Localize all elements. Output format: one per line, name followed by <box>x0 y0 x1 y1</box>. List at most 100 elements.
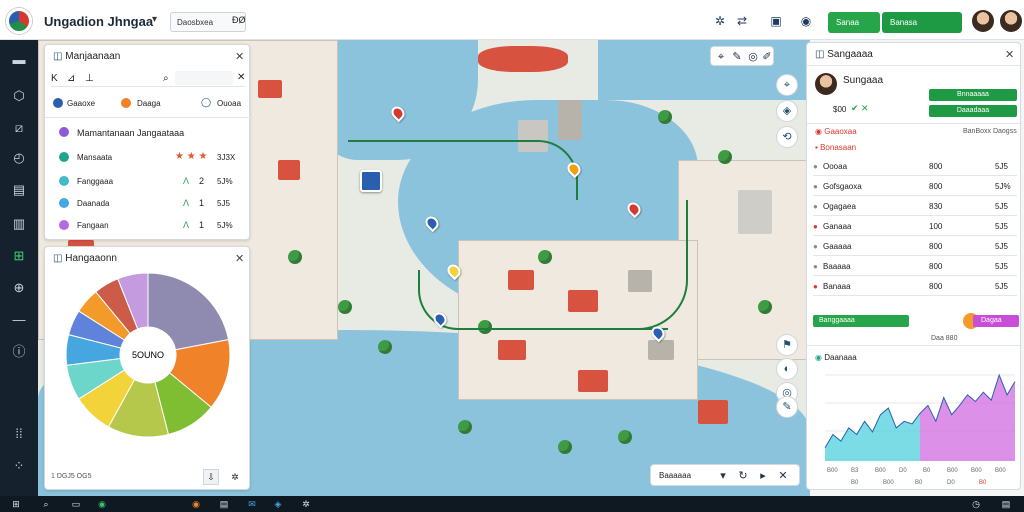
close-icon[interactable]: ✕ <box>775 468 791 484</box>
apps-icon[interactable]: ⁘ <box>9 456 29 476</box>
table-row[interactable]: ● Gaaaaa 800 5J5 <box>813 237 1017 256</box>
info-icon[interactable]: ⓘ <box>9 342 29 362</box>
avatar[interactable] <box>972 10 994 32</box>
help-icon[interactable]: ◉ <box>798 13 814 29</box>
left-nav: ▬ ⬡ ⧄ ◴ ▤ ▥ ⊞ ⊕ — ⓘ ⁞⁞ ⁘ <box>0 40 38 496</box>
refresh-icon[interactable]: ↻ <box>735 468 751 484</box>
profile-avatar[interactable] <box>815 73 837 95</box>
row-label: Ogagaea <box>823 202 856 211</box>
search-icon[interactable]: ⌕ <box>163 73 169 84</box>
calendar-icon[interactable]: ▤ <box>9 180 29 200</box>
panel-title: ◫ Sangaaaa <box>815 49 873 60</box>
route-line <box>348 140 578 200</box>
tag-meta: Daa 880 <box>931 335 958 342</box>
settings-icon[interactable]: ✲ <box>712 13 728 29</box>
route-icon[interactable]: ⟲ <box>776 126 798 148</box>
network-icon[interactable]: ⊞ <box>9 246 29 266</box>
camera-icon[interactable]: ◐ <box>776 358 798 380</box>
notification-icon[interactable]: ▤ <box>1000 498 1012 510</box>
tab-button-1[interactable]: Sanaa <box>828 12 880 33</box>
pin-tool-icon[interactable]: ⌖ <box>713 49 729 65</box>
stats-panel: ◫ Sangaaaa ✕ Sungaaa $00 ✔ ✕ Bnnaaaaa Da… <box>806 42 1022 490</box>
table-row[interactable]: ● Baaaaa 800 5J5 <box>813 257 1017 276</box>
table-row[interactable]: ● Ogagaea 830 5J5 <box>813 197 1017 216</box>
menu-icon[interactable]: ▬ <box>9 50 29 70</box>
app-icon[interactable]: ◉ <box>96 498 108 510</box>
pie-slice[interactable] <box>147 272 230 351</box>
back-icon[interactable]: K <box>51 73 58 84</box>
building <box>258 80 282 98</box>
search-bar: K ⊿ ⊥ ⌕ ✕ <box>51 71 245 87</box>
alert-icon[interactable]: ⚑ <box>776 334 798 356</box>
section-title-text: Bonasaan <box>820 143 857 152</box>
share-icon[interactable]: ⇄ <box>734 13 750 29</box>
search-input[interactable] <box>175 71 233 85</box>
list-heading: Mamantanaan Jangaataaa <box>45 123 249 143</box>
cube-icon[interactable]: ⬡ <box>9 86 29 106</box>
table-row[interactable]: ● Ganaaa 100 5J5 <box>813 217 1017 236</box>
avatar-secondary[interactable] <box>1000 10 1022 32</box>
mail-icon[interactable]: ✉ <box>246 498 258 510</box>
edit-icon[interactable]: ✎ <box>776 396 798 418</box>
task-view-icon[interactable]: ▭ <box>70 498 82 510</box>
list-item[interactable]: Mansaata ★ ★ ★ 3J3X <box>45 147 249 167</box>
action-button-2[interactable]: Daaadaaa <box>929 105 1017 117</box>
search-icon[interactable]: ⌕ <box>40 498 52 510</box>
grid-icon[interactable]: ⁞⁞ <box>9 424 29 444</box>
settings-icon[interactable]: ✲ <box>300 498 312 510</box>
footer-value: D0 <box>947 480 955 486</box>
table-row[interactable]: ● Gofsgaoxa 800 5J% <box>813 177 1017 196</box>
divider <box>45 117 251 118</box>
tree <box>718 150 732 164</box>
filter-chip-2[interactable]: Daaga <box>137 99 161 108</box>
arrow-icon[interactable]: ⊿ <box>67 73 75 84</box>
store-icon[interactable]: ◈ <box>272 498 284 510</box>
close-icon[interactable]: ✕ <box>235 252 244 265</box>
filter-chip-3[interactable]: Ouoaa <box>217 99 241 108</box>
item-value: 5J5 <box>217 199 230 208</box>
folder-icon[interactable]: ▤ <box>218 498 230 510</box>
chevron-down-icon[interactable]: ▾ <box>715 468 731 484</box>
filter-chip-1[interactable]: Gaaoxe <box>67 99 95 108</box>
map-icon: ◫ <box>815 49 825 60</box>
columns-icon[interactable]: ▥ <box>9 214 29 234</box>
progress-bar[interactable]: Banggaaaa <box>813 315 909 327</box>
list-item[interactable]: Daanada Λ 1 5J5 <box>45 193 249 213</box>
close-icon[interactable]: ✕ <box>1005 48 1014 61</box>
chevron-down-icon[interactable]: ▾ <box>152 14 157 25</box>
toggle-icon[interactable]: ◯ <box>201 97 211 108</box>
locate-icon[interactable]: ⌖ <box>776 74 798 96</box>
chart-icon[interactable]: ⧄ <box>9 118 29 138</box>
zoom-select[interactable]: Baaaaaa <box>659 471 691 480</box>
row-value: 5J5 <box>995 282 1008 291</box>
close-icon[interactable]: ✕ <box>235 50 244 63</box>
vehicle-marker-icon[interactable] <box>360 170 382 192</box>
globe-icon[interactable]: ⊕ <box>9 278 29 298</box>
panel-title-text: Manjaanaan <box>65 51 121 62</box>
play-icon[interactable]: ▸ <box>755 468 771 484</box>
footer-value: B00 <box>883 480 894 486</box>
windows-icon[interactable]: ⊞ <box>10 498 22 510</box>
table-row[interactable]: ● Banaaa 800 5J5 <box>813 277 1017 296</box>
list-item[interactable]: Fangaan Λ 1 5J% <box>45 215 249 235</box>
row-mid: 800 <box>929 162 943 171</box>
compass-icon[interactable]: ◈ <box>776 100 798 122</box>
table-row[interactable]: ● Oooaa 800 5J5 <box>813 157 1017 176</box>
row-mid: 830 <box>929 202 943 211</box>
compass-icon[interactable]: ◴ <box>9 148 29 168</box>
settings-icon[interactable]: ✲ <box>227 469 243 485</box>
tab-button-2[interactable]: Banasa <box>882 12 962 33</box>
donut-chart: 5OUNO <box>65 272 231 438</box>
action-button-1[interactable]: Bnnaaaaa <box>929 89 1017 101</box>
edit-tool-icon[interactable]: ✐ <box>759 49 775 65</box>
download-icon[interactable]: ⇩ <box>203 469 219 485</box>
expand-icon[interactable]: ⊥ <box>85 73 94 84</box>
list-item[interactable]: Fanggaaa Λ 2 5J% <box>45 171 249 191</box>
layers-icon[interactable]: ▣ <box>768 13 784 29</box>
section-title: ▪ Bonasaan <box>815 143 856 152</box>
draw-tool-icon[interactable]: ✎ <box>729 49 745 65</box>
stadium <box>478 46 568 72</box>
browser-icon[interactable]: ◉ <box>190 498 202 510</box>
tag-badge[interactable]: Dagaa Nasa <box>973 315 1019 336</box>
clear-icon[interactable]: ✕ <box>237 72 245 83</box>
